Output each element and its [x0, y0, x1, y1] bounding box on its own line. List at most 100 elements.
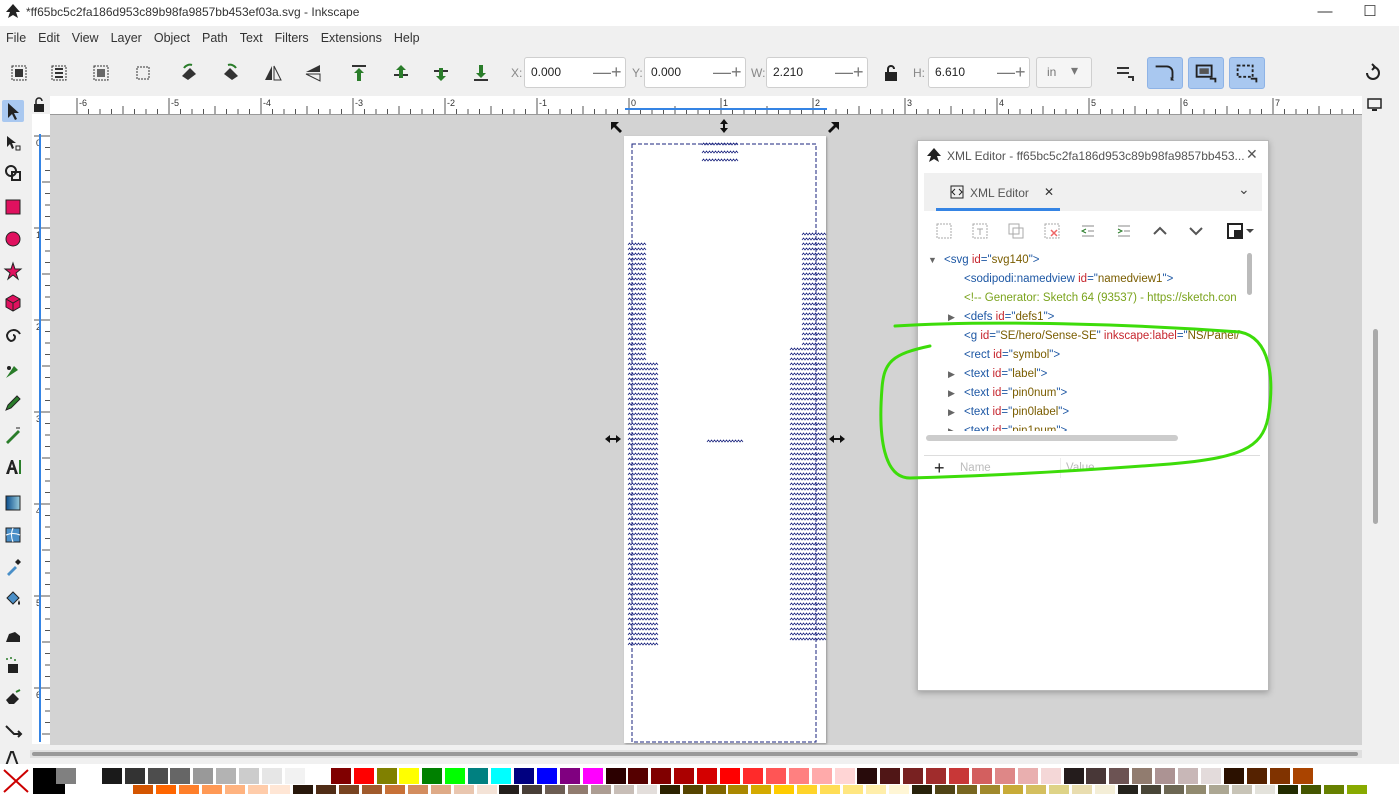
color-swatch[interactable]: [697, 768, 718, 784]
color-swatch[interactable]: [1269, 768, 1290, 784]
color-swatch[interactable]: [491, 768, 511, 784]
color-swatch[interactable]: [270, 785, 291, 794]
menu-view[interactable]: View: [66, 28, 105, 45]
dropper-tool-icon[interactable]: [2, 556, 24, 578]
color-swatch[interactable]: [133, 785, 153, 794]
spiral-tool-icon[interactable]: [2, 324, 24, 346]
maximize-button[interactable]: ☐: [1347, 0, 1393, 26]
color-swatch[interactable]: [1026, 785, 1047, 794]
color-swatch[interactable]: [293, 785, 314, 794]
color-swatch[interactable]: [193, 768, 214, 784]
mesh-tool-icon[interactable]: [2, 524, 24, 546]
node-tool-icon[interactable]: [2, 132, 24, 154]
calligraphy-tool-icon[interactable]: [2, 424, 24, 446]
color-swatch[interactable]: [376, 768, 397, 784]
color-swatch[interactable]: [362, 785, 382, 794]
color-swatch[interactable]: [659, 785, 680, 794]
tweak-tool-icon[interactable]: [2, 624, 24, 646]
scale-stroke-icon[interactable]: [1114, 62, 1136, 84]
xml-editor-titlebar[interactable]: XML Editor - ff65bc5c2fa186d953c89b98fa9…: [918, 141, 1268, 171]
lower-node-icon[interactable]: [1186, 221, 1206, 241]
color-swatch[interactable]: [536, 768, 557, 784]
color-swatch[interactable]: [880, 768, 901, 784]
x-decrement-button[interactable]: —: [593, 61, 611, 83]
color-swatch[interactable]: [1132, 768, 1153, 784]
color-swatch[interactable]: [705, 785, 726, 794]
color-swatch[interactable]: [994, 768, 1015, 784]
x-input[interactable]: [529, 64, 593, 80]
color-swatch[interactable]: [1346, 785, 1367, 794]
color-swatch[interactable]: [1186, 785, 1207, 794]
color-swatch[interactable]: [834, 768, 855, 784]
color-swatch[interactable]: [720, 768, 740, 784]
color-swatch[interactable]: [1200, 768, 1221, 784]
layout-menu-icon[interactable]: [1226, 221, 1256, 241]
color-swatch[interactable]: [1094, 785, 1115, 794]
color-swatch[interactable]: [353, 768, 374, 784]
color-swatch[interactable]: [247, 785, 268, 794]
color-swatch[interactable]: [1109, 768, 1130, 784]
color-swatch[interactable]: [1063, 768, 1084, 784]
menu-text[interactable]: Text: [234, 28, 269, 45]
color-swatch[interactable]: [674, 768, 695, 784]
color-swatch[interactable]: [239, 768, 260, 784]
ellipse-tool-icon[interactable]: [2, 228, 24, 250]
color-swatch[interactable]: [797, 785, 818, 794]
menu-file[interactable]: File: [0, 28, 32, 45]
color-swatch[interactable]: [476, 785, 497, 794]
xml-editor-close-button[interactable]: ✕: [1246, 146, 1258, 163]
xml-node-row[interactable]: <sodipodi:namedview id="namedview1">: [964, 270, 1173, 289]
star-tool-icon[interactable]: [2, 260, 24, 282]
rectangle-tool-icon[interactable]: [2, 196, 24, 218]
no-paint-swatch-icon[interactable]: [2, 768, 30, 794]
pen-tool-icon[interactable]: [2, 360, 24, 382]
y-decrement-button[interactable]: —: [713, 61, 731, 83]
color-swatch[interactable]: [78, 768, 99, 784]
lock-guides-icon[interactable]: [31, 97, 47, 113]
select-all-layers-icon[interactable]: [48, 62, 70, 84]
color-swatch[interactable]: [1300, 785, 1321, 794]
h-decrement-button[interactable]: —: [997, 61, 1015, 83]
selector-tool-icon[interactable]: [2, 100, 24, 122]
connector-tool-icon[interactable]: [2, 720, 24, 742]
pencil-tool-icon[interactable]: [2, 392, 24, 414]
color-swatch[interactable]: [545, 785, 566, 794]
select-all-icon[interactable]: [8, 62, 30, 84]
color-swatch[interactable]: [284, 768, 305, 784]
horizontal-scrollbar-thumb[interactable]: [32, 752, 1358, 756]
color-swatch[interactable]: [1086, 768, 1107, 784]
w-spinbox[interactable]: — +: [766, 57, 868, 88]
color-swatch[interactable]: [1049, 785, 1069, 794]
color-swatch[interactable]: [1040, 768, 1061, 784]
display-options-icon[interactable]: [1365, 96, 1385, 114]
color-swatch[interactable]: [330, 768, 351, 784]
color-swatch[interactable]: [1232, 785, 1253, 794]
horizontal-scrollbar[interactable]: [30, 750, 1362, 758]
duplicate-node-icon[interactable]: [1006, 221, 1026, 241]
color-swatch[interactable]: [399, 768, 420, 784]
xml-tree-vscrollbar-thumb[interactable]: [1247, 253, 1252, 295]
color-swatch[interactable]: [201, 785, 222, 794]
color-swatch[interactable]: [903, 768, 924, 784]
raise-node-icon[interactable]: [1150, 221, 1170, 241]
color-swatch[interactable]: [980, 785, 1001, 794]
color-swatch[interactable]: [1323, 785, 1344, 794]
color-swatch[interactable]: [453, 785, 474, 794]
color-swatch[interactable]: [262, 768, 282, 784]
color-swatch[interactable]: [407, 785, 428, 794]
raise-to-top-icon[interactable]: [348, 62, 370, 84]
menu-help[interactable]: Help: [388, 28, 426, 45]
flip-vertical-icon[interactable]: [302, 62, 324, 84]
menu-edit[interactable]: Edit: [32, 28, 66, 45]
color-swatch[interactable]: [307, 768, 328, 784]
color-swatch[interactable]: [971, 768, 992, 784]
expanded-arrow-icon[interactable]: ▼: [928, 251, 937, 270]
rotate-ccw-icon[interactable]: [178, 62, 200, 84]
shape-builder-tool-icon[interactable]: [2, 162, 24, 184]
menu-extensions[interactable]: Extensions: [315, 28, 388, 45]
color-swatch[interactable]: [224, 785, 245, 794]
3d-box-tool-icon[interactable]: [2, 292, 24, 314]
invert-selection-icon[interactable]: [90, 62, 112, 84]
h-increment-button[interactable]: +: [1015, 61, 1026, 83]
menu-filters[interactable]: Filters: [269, 28, 315, 45]
